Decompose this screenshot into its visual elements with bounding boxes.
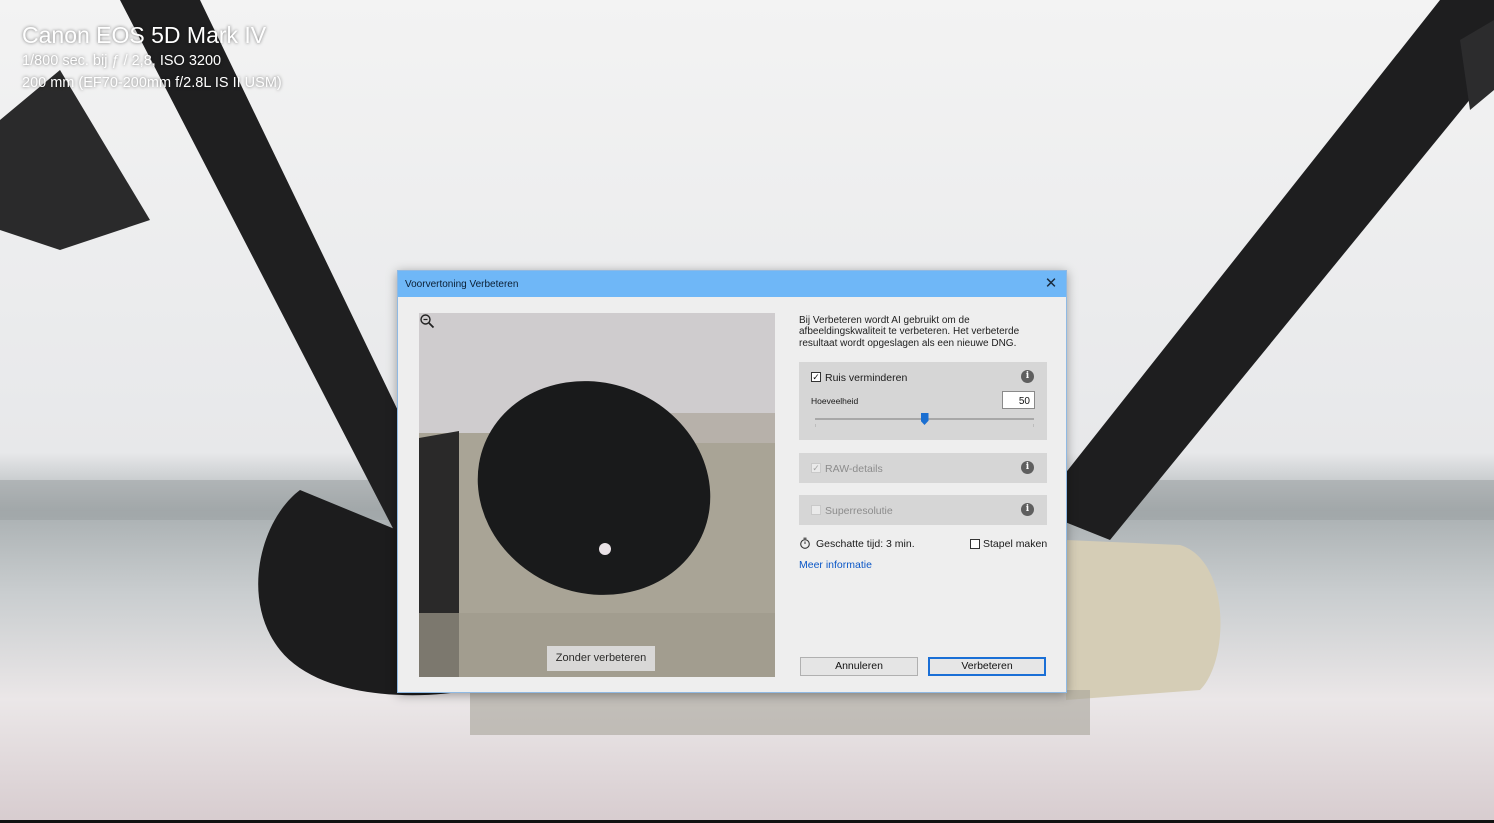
compare-without-enhance-button[interactable]: Zonder verbeteren (547, 646, 655, 671)
lens-info: 200 mm (EF70-200mm f/2.8L IS II USM) (22, 75, 282, 91)
estimated-time: Geschatte tijd: 3 min. (816, 538, 915, 550)
stopwatch-icon (800, 537, 810, 549)
zoom-icon[interactable] (419, 313, 435, 329)
preview-image[interactable]: Zonder verbeteren (419, 313, 775, 677)
amount-label: Hoeveelheid (811, 396, 859, 406)
raw-details-checkbox[interactable]: ✓ (811, 463, 821, 473)
noise-reduction-label: Ruis verminderen (825, 372, 908, 384)
slider-tick (1033, 424, 1034, 427)
amount-input[interactable] (1002, 391, 1035, 409)
enhance-button[interactable]: Verbeteren (928, 657, 1046, 676)
dialog-titlebar[interactable]: Voorvertoning Verbeteren ✕ (398, 271, 1066, 297)
noise-info-icon[interactable]: i (1021, 370, 1034, 383)
camera-model: Canon EOS 5D Mark IV (22, 22, 267, 48)
amount-slider-thumb[interactable] (920, 413, 929, 425)
noise-reduction-checkbox[interactable]: ✓ (811, 372, 821, 382)
raw-details-panel: ✓ RAW-details i (799, 453, 1047, 483)
close-icon[interactable]: ✕ (1042, 275, 1060, 293)
enhance-preview-dialog: Voorvertoning Verbeteren ✕ Zonder verbet… (397, 270, 1067, 693)
super-resolution-label: Superresolutie (825, 505, 893, 517)
create-stack-label: Stapel maken (983, 538, 1048, 550)
raw-details-label: RAW-details (825, 463, 883, 475)
cancel-button[interactable]: Annuleren (800, 657, 918, 676)
dialog-title: Voorvertoning Verbeteren (405, 279, 519, 290)
exposure-info: 1/800 sec. bij ƒ / 2,8, ISO 3200 (22, 53, 222, 69)
super-info-icon[interactable]: i (1021, 503, 1034, 516)
raw-info-icon[interactable]: i (1021, 461, 1034, 474)
slider-tick (815, 424, 816, 427)
noise-reduction-panel: ✓ Ruis verminderen i Hoeveelheid (799, 362, 1047, 440)
super-resolution-panel: Superresolutie i (799, 495, 1047, 525)
enhance-description: Bij Verbeteren wordt AI gebruikt om de a… (799, 315, 1020, 349)
create-stack-checkbox[interactable] (970, 539, 980, 549)
super-resolution-checkbox[interactable] (811, 505, 821, 515)
more-info-link[interactable]: Meer informatie (799, 559, 872, 571)
preview-photo (419, 313, 775, 677)
